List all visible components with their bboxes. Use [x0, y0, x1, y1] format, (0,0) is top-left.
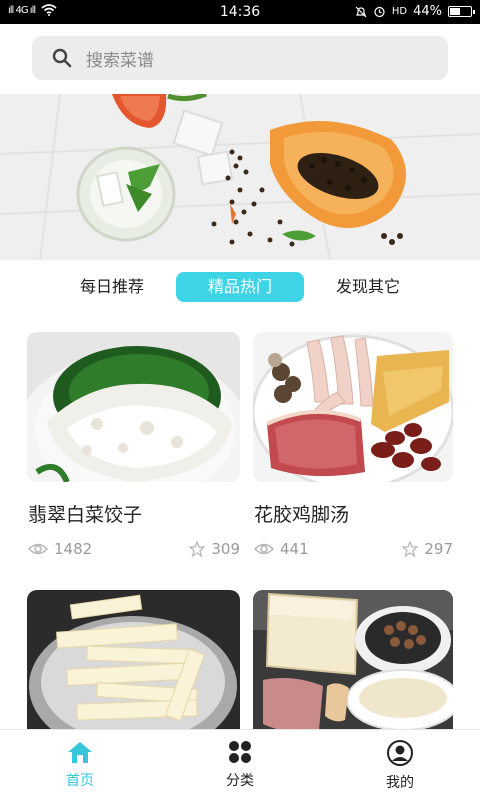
eye-icon [254, 543, 274, 555]
nav-category[interactable]: 分类 [200, 740, 280, 790]
view-count-value: 1482 [54, 540, 93, 558]
recipe-card-image[interactable] [27, 590, 240, 740]
recipe-card-image[interactable] [27, 332, 240, 482]
tab-discover-other[interactable]: 发现其它 [316, 272, 420, 302]
like-count-value: 297 [424, 540, 453, 558]
nav-home[interactable]: 首页 [40, 740, 120, 790]
like-count-value: 309 [211, 540, 240, 558]
like-count: 309 [189, 540, 240, 558]
category-icon [229, 741, 251, 763]
banner-illustration [0, 94, 480, 260]
battery-percent: 44% [413, 4, 442, 19]
status-bar: ıll 4G ıll 14:36 HD 44% [0, 0, 480, 24]
volte-hd-indicator: HD [391, 6, 408, 17]
battery-icon [448, 6, 475, 17]
category-tabs: 每日推荐 精品热门 发现其它 [0, 268, 480, 306]
alarm-icon [374, 6, 385, 18]
recipe-title[interactable]: 花胶鸡脚汤 [254, 500, 349, 527]
search-icon [52, 48, 72, 68]
status-right: HD 44% [355, 4, 475, 19]
profile-icon [387, 740, 413, 766]
search-area: 搜索菜谱 [0, 24, 480, 94]
eye-icon [28, 543, 48, 555]
recipe-image-tofu-beans [253, 590, 453, 740]
recipe-image-dumpling [27, 332, 240, 482]
banner-image[interactable] [0, 94, 480, 260]
tab-popular[interactable]: 精品热门 [176, 272, 304, 302]
view-count: 1482 [28, 540, 92, 558]
bottom-navigation: 首页 分类 我的 [0, 729, 480, 800]
search-box[interactable]: 搜索菜谱 [32, 36, 448, 80]
search-input[interactable]: 搜索菜谱 [86, 46, 154, 71]
view-count-value: 441 [280, 540, 309, 558]
recipe-image-tofu-strips [27, 590, 240, 740]
recipe-card-image[interactable] [253, 332, 453, 482]
star-icon[interactable] [402, 541, 419, 557]
nav-profile[interactable]: 我的 [360, 740, 440, 792]
tab-daily-recommend[interactable]: 每日推荐 [60, 272, 164, 302]
like-count: 297 [402, 540, 453, 558]
home-icon [68, 742, 92, 763]
view-count: 441 [254, 540, 309, 558]
nav-category-label: 分类 [226, 773, 254, 789]
recipe-card-image[interactable] [253, 590, 453, 740]
bell-muted-icon [355, 6, 367, 17]
recipe-title[interactable]: 翡翠白菜饺子 [28, 500, 142, 527]
star-icon[interactable] [189, 541, 206, 557]
recipe-image-chicken-feet-soup [253, 332, 453, 482]
nav-profile-label: 我的 [386, 775, 414, 791]
nav-home-label: 首页 [66, 773, 94, 789]
